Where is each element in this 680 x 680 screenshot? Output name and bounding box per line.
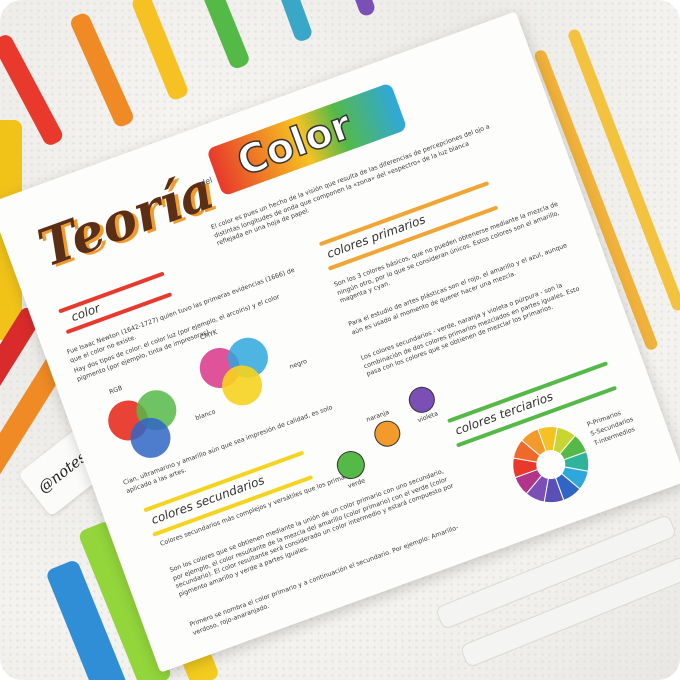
pen-green-top bbox=[198, 0, 252, 71]
photo-scene: @notesbymo Teoría del Color El color es … bbox=[0, 0, 680, 680]
title-color: Color bbox=[231, 101, 359, 186]
title-teoria: Teoría bbox=[30, 159, 222, 280]
terciarios-band-top bbox=[447, 361, 609, 424]
pen-yellow-top bbox=[130, 0, 190, 102]
pen-purple-top bbox=[349, 0, 377, 18]
pen-teal-top bbox=[274, 0, 314, 44]
title-del: del bbox=[199, 175, 214, 189]
pen-orange-top bbox=[68, 11, 136, 129]
color-wheel bbox=[512, 426, 590, 504]
label-negro: negro bbox=[288, 358, 309, 371]
